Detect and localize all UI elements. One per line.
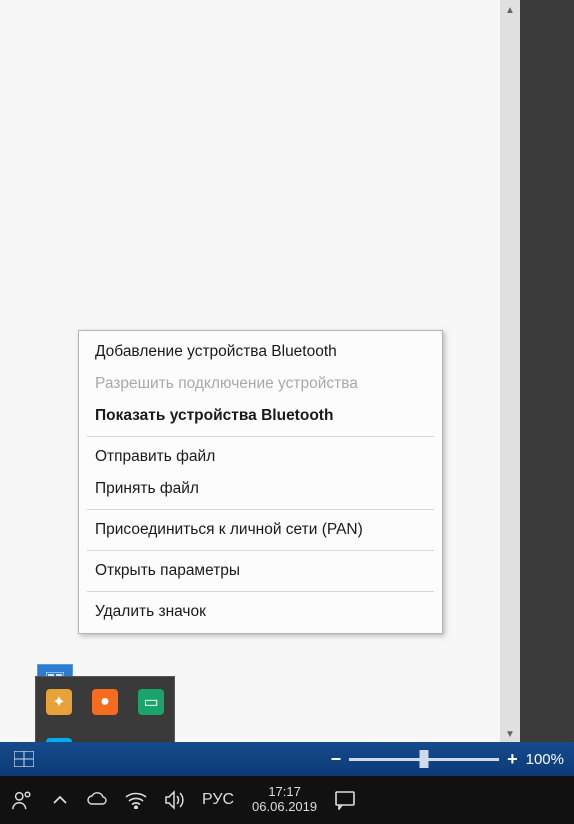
menu-separator [87, 591, 434, 592]
menu-item[interactable]: Добавление устройства Bluetooth [79, 336, 442, 368]
menu-item[interactable]: Удалить значок [79, 596, 442, 628]
taskbar-clock[interactable]: 17:17 06.06.2019 [248, 785, 321, 815]
menu-item[interactable]: Присоединиться к личной сети (PAN) [79, 514, 442, 546]
monitor-icon[interactable]: ▭ [138, 689, 164, 715]
right-dark-area [520, 0, 574, 824]
menu-separator [87, 509, 434, 510]
word-scrollbar[interactable]: ▲ ▼ [500, 0, 520, 744]
zoom-percent-label[interactable]: 100% [526, 751, 564, 768]
menu-item: Разрешить подключение устройства [79, 368, 442, 400]
action-center-icon[interactable] [331, 786, 359, 814]
zoom-control: − + 100% [331, 749, 564, 770]
volume-icon[interactable] [160, 786, 188, 814]
menu-separator [87, 436, 434, 437]
menu-item[interactable]: Отправить файл [79, 441, 442, 473]
tray-chevron-up-icon[interactable] [46, 786, 74, 814]
clock-date: 06.06.2019 [252, 800, 317, 815]
wifi-icon[interactable] [122, 786, 150, 814]
onedrive-icon[interactable] [84, 786, 112, 814]
menu-separator [87, 550, 434, 551]
zoom-in-button[interactable]: + [507, 749, 518, 770]
menu-item[interactable]: Показать устройства Bluetooth [79, 400, 442, 432]
clock-time: 17:17 [252, 785, 317, 800]
zoom-out-button[interactable]: − [331, 749, 342, 770]
menu-item[interactable]: Принять файл [79, 473, 442, 505]
windows-taskbar: РУС 17:17 06.06.2019 [0, 776, 574, 824]
menu-item[interactable]: Открыть параметры [79, 555, 442, 587]
people-icon[interactable] [8, 786, 36, 814]
avast-icon[interactable]: ● [92, 689, 118, 715]
bluetooth-context-menu: Добавление устройства BluetoothРазрешить… [78, 330, 443, 634]
scroll-down-icon[interactable]: ▼ [500, 724, 520, 744]
input-language-label[interactable]: РУС [198, 791, 238, 809]
zoom-slider[interactable] [349, 758, 499, 761]
office-icon[interactable]: ✦ [46, 689, 72, 715]
word-status-bar: − + 100% [0, 742, 574, 776]
scroll-up-icon[interactable]: ▲ [500, 0, 520, 20]
page-layout-icon[interactable] [10, 745, 38, 773]
